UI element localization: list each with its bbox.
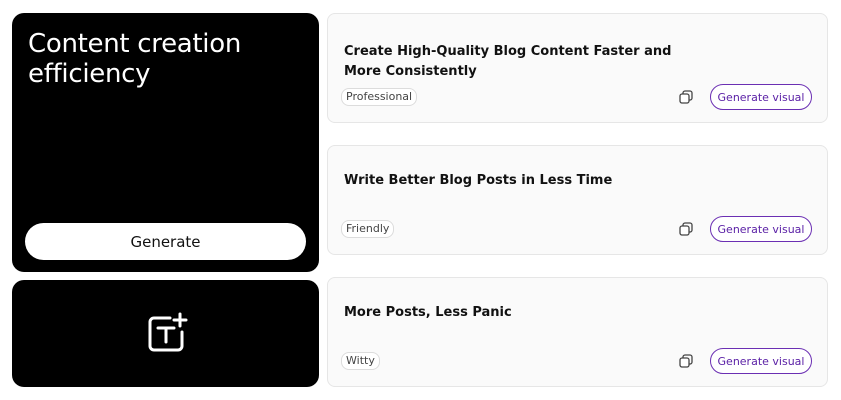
result-card: More Posts, Less Panic Witty Generate vi… (327, 277, 828, 387)
panel-title: Content creation efficiency (28, 29, 242, 89)
result-title: More Posts, Less Panic (344, 305, 512, 320)
tone-badge: Friendly (341, 220, 395, 238)
copy-icon[interactable] (679, 222, 693, 236)
text-add-icon (148, 312, 187, 351)
result-title: Create High-Quality Blog Content Faster … (344, 44, 672, 79)
tone-badge: Witty (341, 352, 380, 370)
generate-visual-button[interactable]: Generate visual (710, 84, 812, 110)
add-text-tool-card[interactable] (12, 280, 319, 387)
tone-badge: Professional (341, 88, 418, 106)
generate-visual-button[interactable]: Generate visual (710, 348, 812, 374)
result-card: Write Better Blog Posts in Less Time Fri… (327, 145, 828, 255)
generate-button[interactable]: Generate (25, 223, 306, 260)
copy-icon[interactable] (679, 354, 693, 368)
copy-icon[interactable] (679, 90, 693, 104)
generate-visual-button[interactable]: Generate visual (710, 216, 812, 242)
prompt-panel: Content creation efficiency Generate (12, 13, 319, 272)
result-card: Create High-Quality Blog Content Faster … (327, 13, 828, 123)
result-title: Write Better Blog Posts in Less Time (344, 173, 613, 188)
